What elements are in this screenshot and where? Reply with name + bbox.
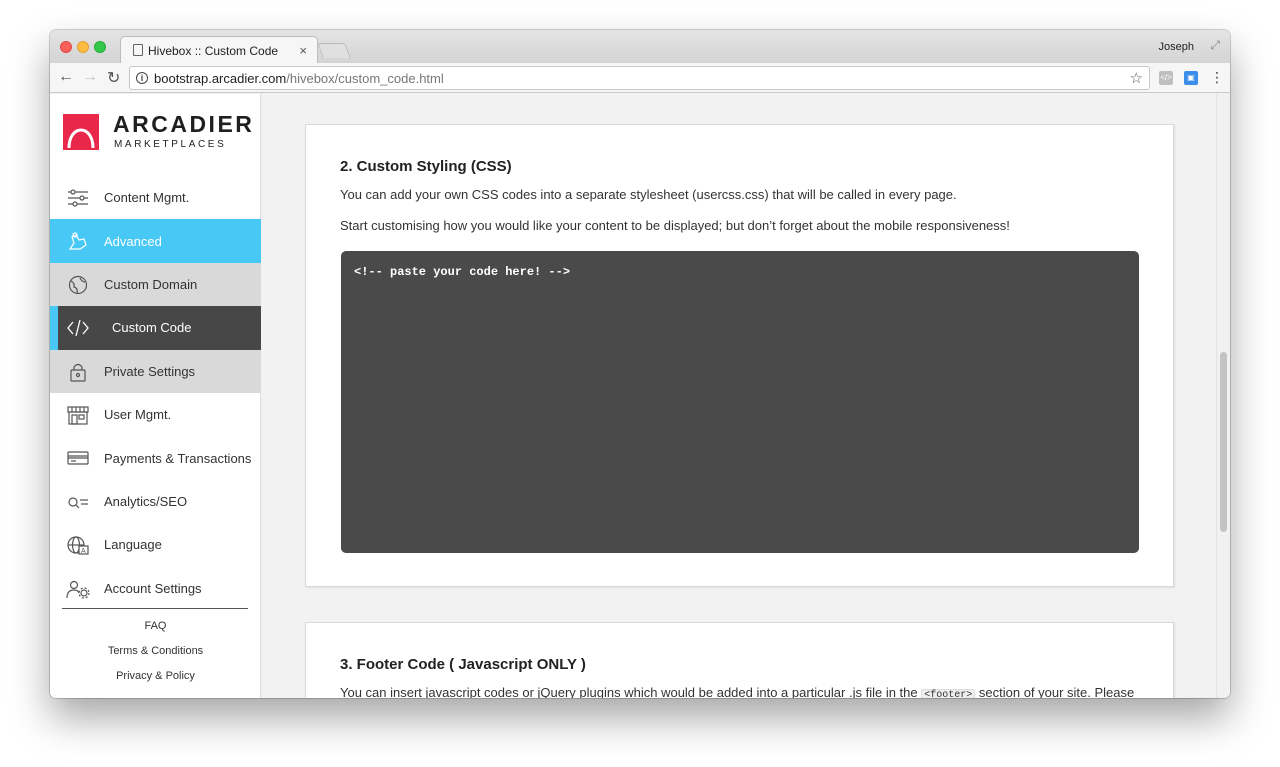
page-viewport: ARCADIER MARKETPLACES Content Mgmt. Adva… xyxy=(50,94,1230,698)
page-scrollbar[interactable] xyxy=(1216,94,1230,698)
sidebar-menu: Content Mgmt. Advanced Custom Domain Cus… xyxy=(50,176,261,610)
css-section-desc2: Start customising how you would like you… xyxy=(340,218,1010,233)
sidebar-item-label: Content Mgmt. xyxy=(104,190,190,206)
footer-desc-b: section of your site. Please xyxy=(978,685,1135,698)
sidebar-item-label: Payments & Transactions xyxy=(104,450,252,466)
profile-name[interactable]: Joseph xyxy=(1159,41,1194,53)
browser-window: Hivebox :: Custom Code × Joseph ⤢ ← → ↻ … xyxy=(50,30,1230,698)
language-globe-icon: A xyxy=(67,536,89,555)
sidebar-item-label: Custom Code xyxy=(112,320,192,336)
sliders-icon xyxy=(68,189,88,207)
arcadier-logo-icon[interactable] xyxy=(63,114,99,150)
sidebar-item-analytics-seo[interactable]: Analytics/SEO xyxy=(50,480,261,523)
card-icon xyxy=(67,451,89,465)
url-path: /hivebox/custom_code.html xyxy=(286,71,444,86)
sidebar-item-content-mgmt[interactable]: Content Mgmt. xyxy=(50,176,261,219)
new-tab-button[interactable] xyxy=(317,43,351,58)
users-gear-icon xyxy=(66,580,90,599)
sidebar: ARCADIER MARKETPLACES Content Mgmt. Adva… xyxy=(50,94,261,698)
tab-close-icon[interactable]: × xyxy=(299,43,307,58)
info-icon[interactable]: i xyxy=(136,72,148,84)
globe-icon xyxy=(68,275,88,294)
more-menu-icon[interactable]: ⋮ xyxy=(1210,69,1224,86)
maximize-window-button[interactable] xyxy=(94,41,106,53)
url-host: bootstrap.arcadier.com xyxy=(154,71,287,86)
tab-title: Hivebox :: Custom Code xyxy=(148,44,279,58)
svg-text:A: A xyxy=(81,548,86,555)
sidebar-item-custom-code[interactable]: Custom Code xyxy=(50,306,261,350)
sidebar-item-label: Analytics/SEO xyxy=(104,493,188,509)
sidebar-item-advanced[interactable]: Advanced xyxy=(50,219,261,263)
code-icon xyxy=(67,320,89,337)
sidebar-item-custom-domain[interactable]: Custom Domain xyxy=(50,262,261,307)
lock-icon xyxy=(70,363,86,382)
search-list-icon xyxy=(68,497,88,509)
sidebar-item-language[interactable]: A Language xyxy=(50,523,261,566)
browser-tab[interactable]: Hivebox :: Custom Code × xyxy=(120,36,318,64)
forward-arrow-icon[interactable]: → xyxy=(82,68,98,86)
brand-tagline: MARKETPLACES xyxy=(114,139,227,150)
terms-link[interactable]: Terms & Conditions xyxy=(50,645,261,657)
brand-name: ARCADIER xyxy=(113,111,255,137)
sidebar-item-label: Advanced xyxy=(104,233,162,249)
faq-link[interactable]: FAQ xyxy=(50,620,261,632)
hand-settings-icon xyxy=(68,232,87,250)
fullscreen-icon[interactable]: ⤢ xyxy=(1210,38,1220,53)
scrollbar-thumb[interactable] xyxy=(1220,352,1227,532)
css-code-editor[interactable]: <!-- paste your code here! --> xyxy=(341,251,1139,553)
address-bar[interactable]: i bootstrap.arcadier.com/hivebox/custom_… xyxy=(129,66,1150,90)
code-placeholder: <!-- paste your code here! --> xyxy=(354,265,571,279)
url-text[interactable]: bootstrap.arcadier.com/hivebox/custom_co… xyxy=(154,71,444,86)
reload-icon[interactable]: ↻ xyxy=(107,68,120,88)
footer-desc-a: You can insert javascript codes or jQuer… xyxy=(340,685,918,698)
minimize-window-button[interactable] xyxy=(77,41,89,53)
sidebar-item-user-mgmt[interactable]: User Mgmt. xyxy=(50,393,261,436)
footer-tag-code: <footer> xyxy=(921,689,976,698)
tab-bar: Hivebox :: Custom Code × Joseph ⤢ xyxy=(50,30,1230,64)
extension-icon[interactable]: ▣ xyxy=(1184,71,1198,85)
sidebar-divider xyxy=(62,608,248,609)
sidebar-item-label: Custom Domain xyxy=(104,276,198,292)
sidebar-item-label: Private Settings xyxy=(104,363,196,379)
footer-section-desc: You can insert javascript codes or jQuer… xyxy=(340,685,1134,698)
sidebar-item-account-settings[interactable]: Account Settings xyxy=(50,567,261,610)
footer-section-title: 3. Footer Code ( Javascript ONLY ) xyxy=(340,656,586,673)
code-extension-icon[interactable]: </> xyxy=(1159,71,1173,85)
sidebar-item-private-settings[interactable]: Private Settings xyxy=(50,349,261,393)
storefront-icon xyxy=(67,406,89,425)
document-icon xyxy=(133,44,143,56)
browser-toolbar: ← → ↻ i bootstrap.arcadier.com/hivebox/c… xyxy=(50,63,1230,93)
sidebar-item-payments[interactable]: Payments & Transactions xyxy=(50,436,261,479)
privacy-link[interactable]: Privacy & Policy xyxy=(50,670,261,682)
css-section-desc1: You can add your own CSS codes into a se… xyxy=(340,187,957,202)
css-section-card: 2. Custom Styling (CSS) You can add your… xyxy=(305,124,1174,587)
sidebar-item-label: Language xyxy=(104,537,162,553)
bookmark-star-icon[interactable]: ☆ xyxy=(1130,69,1143,87)
close-window-button[interactable] xyxy=(60,41,72,53)
css-section-title: 2. Custom Styling (CSS) xyxy=(340,158,512,175)
sidebar-item-label: Account Settings xyxy=(104,580,202,596)
back-arrow-icon[interactable]: ← xyxy=(58,68,74,86)
footer-section-card: 3. Footer Code ( Javascript ONLY ) You c… xyxy=(305,622,1174,698)
sidebar-item-label: User Mgmt. xyxy=(104,407,172,423)
